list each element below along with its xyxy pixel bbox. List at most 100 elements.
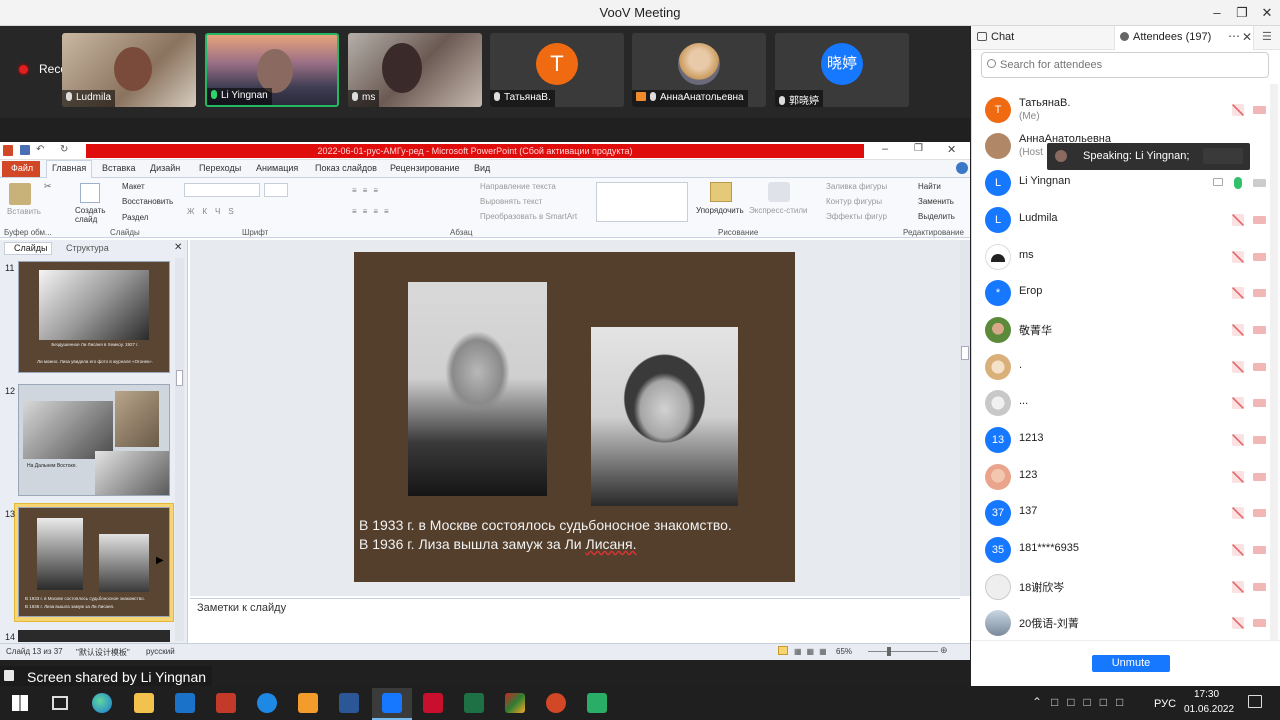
shape-outline-button[interactable]: Контур фигуры [826, 197, 882, 206]
undo-icon[interactable]: ↶ [36, 144, 44, 155]
attendee-row[interactable]: 18谢欣岑 [981, 571, 1271, 603]
tab-home[interactable]: Главная [52, 163, 86, 173]
panel-close-icon[interactable]: ✕ [174, 242, 182, 253]
help-icon[interactable] [956, 162, 968, 174]
attendee-row[interactable]: 20俄语-刘菁 [981, 607, 1271, 639]
zoom-slider[interactable] [868, 651, 938, 652]
attendee-row[interactable]: L Ludmila [981, 204, 1271, 236]
ppt-minimize-button[interactable]: – [882, 143, 888, 155]
maximize-button[interactable]: ❐ [1229, 3, 1255, 23]
file-explorer-icon[interactable] [134, 693, 154, 713]
tab-slideshow[interactable]: Показ слайдов [315, 163, 377, 173]
ppt-close-button[interactable]: ✕ [947, 143, 956, 156]
more-icon[interactable]: ⋯ [1228, 29, 1240, 43]
camera-off-icon[interactable] [1253, 546, 1266, 554]
mic-muted-icon[interactable] [1232, 324, 1244, 336]
powerpoint-icon[interactable] [546, 693, 566, 713]
reset-button[interactable]: Восстановить [122, 197, 173, 206]
task-view-icon[interactable] [52, 696, 68, 710]
arrange-button[interactable]: Упорядочить [696, 206, 744, 215]
cloud-app-icon[interactable] [257, 693, 277, 713]
mic-muted-icon[interactable] [1232, 214, 1244, 226]
clock-date[interactable]: 01.06.2022 [1184, 704, 1234, 715]
align-buttons[interactable]: ≡≡≡≡ [352, 207, 395, 216]
layout-button[interactable]: Макет [122, 182, 145, 191]
excel-icon[interactable] [464, 693, 484, 713]
attendee-row[interactable]: 35 181****6935 [981, 534, 1271, 566]
attendee-row[interactable]: 敬菁华 [981, 314, 1271, 346]
slide-notes[interactable] [190, 598, 960, 643]
mic-muted-icon[interactable] [1232, 617, 1244, 629]
slide-thumbnail-11[interactable]: Бездушенное Ли Лисаня в Хемкоу. 1927 г. … [18, 261, 170, 373]
font-size-select[interactable] [264, 183, 288, 197]
attendee-row[interactable]: T ТатьянаВ. (Me) [981, 94, 1271, 126]
tab-chat[interactable]: Chat [991, 31, 1014, 43]
sidebar-scrollbar[interactable] [1270, 84, 1278, 640]
paste-icon[interactable] [9, 183, 31, 205]
video-tile-li-yingnan[interactable]: Li Yingnan [205, 33, 339, 107]
list-buttons[interactable]: ≡≡≡ [352, 186, 384, 195]
camera-off-icon[interactable] [1253, 399, 1266, 407]
arrange-icon[interactable] [710, 182, 732, 202]
wps-icon[interactable] [216, 693, 236, 713]
attendee-row[interactable]: 13 1213 [981, 424, 1271, 456]
cut-icon[interactable]: ✂ [44, 181, 52, 192]
video-tile-ludmila[interactable]: Ludmila [62, 33, 196, 107]
slide-thumbnail-14[interactable] [18, 630, 170, 642]
save-icon[interactable] [20, 145, 30, 155]
minimize-button[interactable]: – [1204, 3, 1230, 23]
canvas-scroll-thumb[interactable] [961, 346, 969, 360]
smartart-button[interactable]: Преобразовать в SmartArt [480, 212, 577, 221]
camera-off-icon[interactable] [1253, 253, 1266, 261]
camera-off-icon[interactable] [1253, 583, 1266, 591]
text-direction-button[interactable]: Направление текста [480, 182, 556, 191]
camera-off-icon[interactable] [1253, 216, 1266, 224]
tab-review[interactable]: Рецензирование [390, 163, 460, 173]
close-button[interactable]: ✕ [1254, 3, 1280, 23]
font-format-buttons[interactable]: ЖКЧS [187, 207, 242, 216]
mic-active-icon[interactable] [1234, 177, 1242, 189]
camera-icon[interactable] [1253, 179, 1266, 187]
mic-muted-icon[interactable] [1232, 104, 1244, 116]
shape-fill-button[interactable]: Заливка фигуры [826, 182, 887, 191]
attendee-row[interactable]: ms [981, 241, 1271, 273]
mic-muted-icon[interactable] [1232, 434, 1244, 446]
find-button[interactable]: Найти [918, 182, 941, 191]
menu-icon[interactable]: ☰ [1262, 30, 1272, 43]
tab-outline[interactable]: Структура [66, 243, 109, 253]
attendee-row[interactable]: ... [981, 387, 1271, 419]
unmute-button[interactable]: Unmute [1092, 655, 1170, 672]
canvas-scrollbar[interactable] [960, 240, 970, 596]
redo-icon[interactable]: ↻ [60, 144, 68, 155]
foxit-icon[interactable] [423, 693, 443, 713]
shape-effects-button[interactable]: Эффекты фигур [826, 212, 887, 221]
mic-muted-icon[interactable] [1232, 397, 1244, 409]
mic-muted-icon[interactable] [1232, 361, 1244, 373]
camera-off-icon[interactable] [1253, 363, 1266, 371]
panel-scroll-thumb[interactable] [176, 370, 183, 386]
attendee-row[interactable]: 37 137 [981, 497, 1271, 529]
clock-time[interactable]: 17:30 [1194, 689, 1219, 700]
attendee-row[interactable]: . [981, 351, 1271, 383]
voov-icon[interactable] [382, 693, 402, 713]
slide-thumbnail-13[interactable]: В 1933 г. в Москве состоялось судьбоносн… [18, 507, 170, 617]
tab-file[interactable]: Файл [11, 163, 33, 173]
mic-muted-icon[interactable] [1232, 251, 1244, 263]
edge-icon[interactable] [92, 693, 112, 713]
video-tile-guo[interactable]: 晓婷 郭晓婷 [775, 33, 909, 107]
word-icon[interactable] [339, 693, 359, 713]
mic-muted-icon[interactable] [1232, 544, 1244, 556]
create-slide-button[interactable]: Создать слайд [75, 206, 109, 224]
windows-start-icon[interactable] [12, 695, 28, 711]
winrar-icon[interactable] [505, 693, 525, 713]
tab-transitions[interactable]: Переходы [199, 163, 241, 173]
camera-off-icon[interactable] [1253, 106, 1266, 114]
attendee-row[interactable]: * Егор [981, 277, 1271, 309]
video-tile-tatiana[interactable]: T ТатьянаВ. [490, 33, 624, 107]
camera-off-icon[interactable] [1253, 326, 1266, 334]
tab-design[interactable]: Дизайн [150, 163, 180, 173]
slide-thumbnail-12[interactable]: На Дальнем Востоке. [18, 384, 170, 496]
shapes-gallery[interactable] [596, 182, 688, 222]
wechat-icon[interactable] [587, 693, 607, 713]
app-icon[interactable] [298, 693, 318, 713]
